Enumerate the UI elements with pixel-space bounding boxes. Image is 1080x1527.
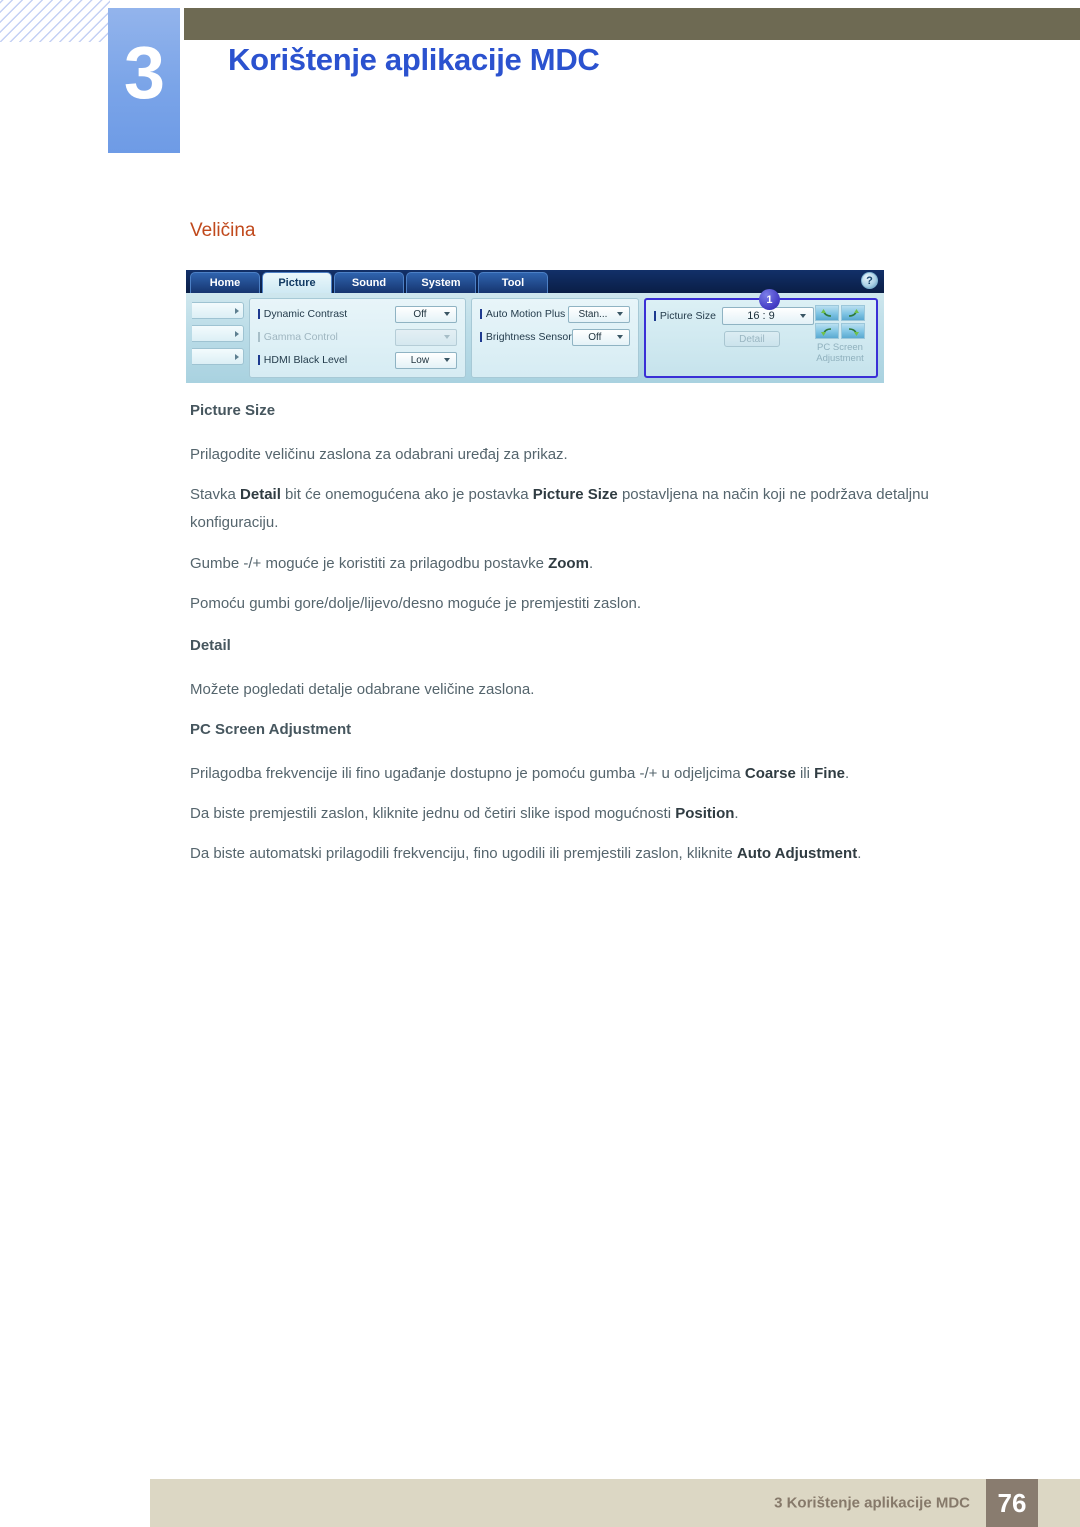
- text-run: Da biste premjestili zaslon, kliknite je…: [190, 805, 676, 822]
- field-label: Brightness Sensor: [480, 331, 572, 343]
- mdc-titlebar: Home Picture Sound System Tool ?: [186, 270, 884, 293]
- chevron-right-icon: [234, 330, 239, 337]
- tab-home[interactable]: Home: [190, 272, 260, 293]
- tab-sound[interactable]: Sound: [334, 272, 404, 293]
- dropdown-hdmi-black-level[interactable]: Low: [394, 351, 457, 369]
- picture-settings-panel-2: Auto Motion Plus Stan... Brightness Sens…: [470, 298, 639, 378]
- header-bar: [184, 8, 1080, 40]
- paragraph-picture-size-1: Prilagodite veličinu zaslona za odabrani…: [190, 446, 568, 463]
- page-number: 76: [986, 1479, 1038, 1527]
- paragraph-picture-size-2: Stavka Detail bit će onemogućena ako je …: [190, 481, 995, 537]
- pcs-label-line1: PC Screen: [817, 342, 863, 353]
- arrow-tile-down-right[interactable]: [841, 323, 865, 339]
- page-title: Korištenje aplikacije MDC: [228, 42, 600, 77]
- mdc-content-area: Dynamic Contrast Off Gamma Control HDMI …: [186, 289, 884, 383]
- chevron-right-icon: [234, 353, 239, 360]
- paragraph-pcsa-1: Prilagodba frekvencije ili fino ugađanje…: [190, 760, 995, 788]
- text-run: .: [588, 555, 594, 572]
- paragraph-picture-size-4: Pomoću gumbi gore/dolje/lijevo/desno mog…: [190, 595, 642, 612]
- field-label: Auto Motion Plus: [480, 308, 565, 320]
- partial-control-row[interactable]: [192, 348, 244, 365]
- field-label: Dynamic Contrast: [258, 308, 347, 320]
- dropdown-brightness-sensor[interactable]: Off: [571, 328, 630, 346]
- dropdown-value: Off: [413, 308, 427, 320]
- picture-size-highlight-panel: 1 Picture Size 16 : 9 Detail PC Screen A…: [643, 289, 878, 378]
- dropdown-value: Off: [588, 331, 602, 343]
- tab-tool[interactable]: Tool: [478, 272, 548, 293]
- dropdown-value: 16 : 9: [747, 310, 775, 322]
- text-run: ili: [795, 765, 815, 782]
- question-mark-icon[interactable]: ?: [861, 272, 878, 289]
- text-bold-zoom: Zoom: [548, 555, 589, 572]
- text-bold-picture-size: Picture Size: [532, 486, 618, 503]
- field-dynamic-contrast: Dynamic Contrast Off: [258, 305, 457, 323]
- chevron-right-icon: [234, 307, 239, 314]
- footer-chapter-label: 3 Korištenje aplikacije MDC: [774, 1494, 970, 1512]
- text-run: .: [734, 805, 739, 822]
- callout-badge-1: 1: [758, 289, 780, 310]
- tab-picture[interactable]: Picture: [262, 272, 332, 293]
- dropdown-dynamic-contrast[interactable]: Off: [394, 305, 457, 323]
- chapter-number: 3: [123, 31, 165, 114]
- heading-pc-screen-adjustment: PC Screen Adjustment: [190, 721, 352, 738]
- text-bold-auto-adjustment: Auto Adjustment: [736, 845, 858, 862]
- left-partial-controls: [192, 298, 244, 378]
- four-direction-arrows-grid-icon[interactable]: [815, 305, 865, 339]
- text-run: Stavka: [190, 486, 241, 503]
- picture-settings-panel-1: Dynamic Contrast Off Gamma Control HDMI …: [248, 298, 466, 378]
- tab-system[interactable]: System: [406, 272, 476, 293]
- arrow-tile-up-right[interactable]: [841, 305, 865, 321]
- text-run: Prilagodba frekvencije ili fino ugađanje…: [190, 765, 745, 782]
- text-run: Gumbe -/+ moguće je koristiti za prilago…: [190, 555, 549, 572]
- text-run: bit će onemogućena ako je postavka: [280, 486, 533, 503]
- pcs-label-line2: Adjustment: [816, 353, 864, 364]
- decorative-hatch-pattern: [0, 0, 110, 42]
- dropdown-gamma-control: [394, 328, 457, 346]
- paragraph-pcsa-2: Da biste premjestili zaslon, kliknite je…: [190, 800, 995, 828]
- pc-screen-adjustment-label: PC Screen Adjustment: [812, 342, 868, 364]
- paragraph-pcsa-3: Da biste automatski prilagodili frekvenc…: [190, 840, 995, 868]
- text-run: .: [857, 845, 862, 862]
- document-page: 3 Korištenje aplikacije MDC Veličina Hom…: [0, 0, 1080, 1527]
- paragraph-picture-size-3: Gumbe -/+ moguće je koristiti za prilago…: [190, 550, 995, 578]
- text-run: .: [844, 765, 850, 782]
- field-label: HDMI Black Level: [258, 354, 347, 366]
- mdc-app-screenshot: Home Picture Sound System Tool ? Dynamic…: [186, 270, 884, 383]
- field-label: Picture Size: [654, 310, 716, 322]
- arrow-tile-up-left[interactable]: [815, 305, 839, 321]
- field-brightness-sensor: Brightness Sensor Off: [480, 328, 630, 346]
- pc-screen-adjustment-group: PC Screen Adjustment: [812, 305, 868, 364]
- mdc-tab-bar: Home Picture Sound System Tool: [190, 272, 548, 293]
- paragraph-detail-1: Možete pogledati detalje odabrane veliči…: [190, 681, 535, 698]
- section-heading: Veličina: [190, 220, 256, 241]
- detail-button[interactable]: Detail: [723, 331, 780, 347]
- field-auto-motion-plus: Auto Motion Plus Stan...: [480, 305, 630, 323]
- heading-detail: Detail: [190, 637, 231, 654]
- footer-bar: 3 Korištenje aplikacije MDC 76: [150, 1479, 1080, 1527]
- text-run: Da biste automatski prilagodili frekvenc…: [190, 845, 737, 862]
- partial-control-row[interactable]: [192, 325, 244, 342]
- field-hdmi-black-level: HDMI Black Level Low: [258, 351, 457, 369]
- dropdown-auto-motion-plus[interactable]: Stan...: [567, 305, 630, 323]
- dropdown-value: Low: [410, 354, 430, 366]
- text-bold-fine: Fine: [814, 765, 845, 782]
- heading-picture-size: Picture Size: [190, 402, 276, 419]
- dropdown-value: Stan...: [578, 308, 608, 320]
- text-bold-coarse: Coarse: [744, 765, 796, 782]
- field-gamma-control: Gamma Control: [258, 328, 457, 346]
- text-bold-position: Position: [675, 805, 735, 822]
- text-bold-detail: Detail: [240, 486, 281, 503]
- field-label: Gamma Control: [258, 331, 338, 343]
- partial-control-row[interactable]: [192, 302, 244, 319]
- arrow-tile-down-left[interactable]: [815, 323, 839, 339]
